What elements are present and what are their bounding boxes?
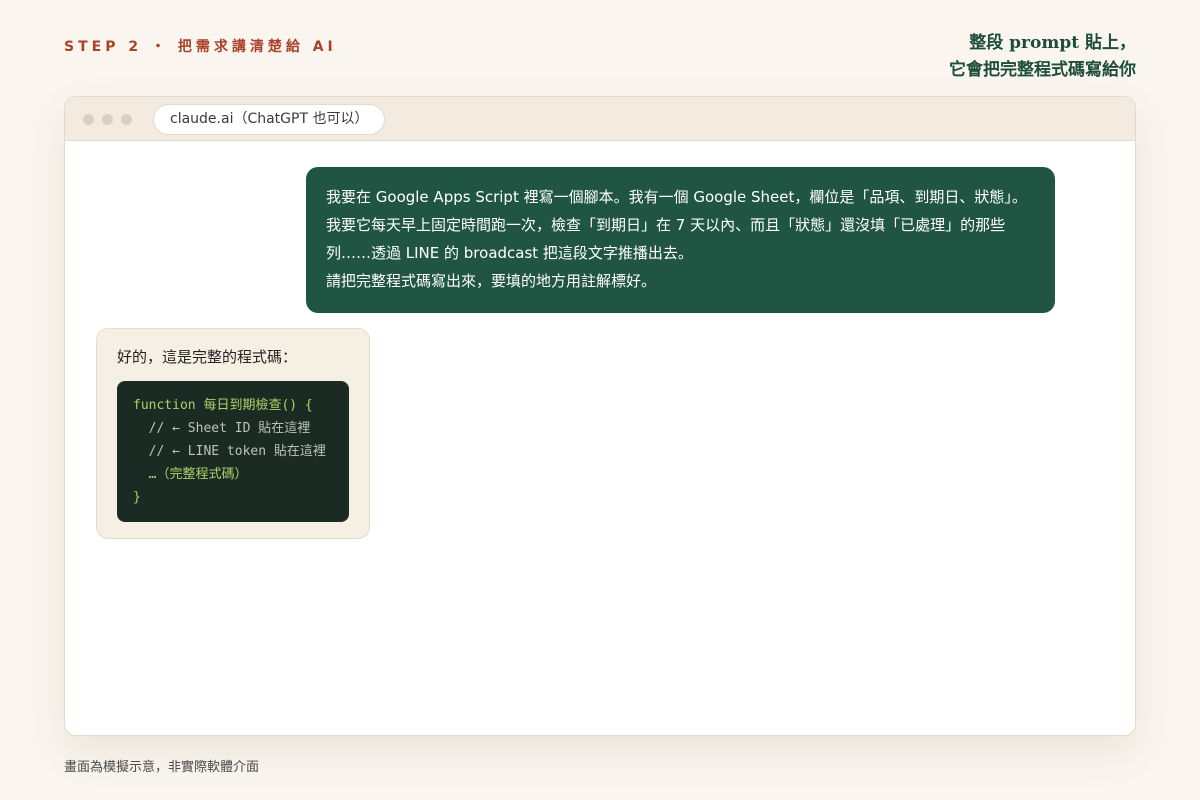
code-line: // ← Sheet ID 貼在這裡 [133,421,311,436]
browser-window: claude.ai（ChatGPT 也可以） 我要在 Google Apps S… [64,96,1136,736]
code-line: …（完整程式碼） [133,467,248,482]
step-label: STEP 2 ・ 把需求講清楚給 AI [64,39,337,55]
address-bar[interactable]: claude.ai（ChatGPT 也可以） [153,104,386,135]
user-message-bubble: 我要在 Google Apps Script 裡寫一個腳本。我有一個 Googl… [306,167,1055,313]
headline-line-1: 整段 prompt 貼上， [969,33,1136,53]
code-block[interactable]: function 每日到期檢查() { // ← Sheet ID 貼在這裡 /… [117,381,349,522]
browser-titlebar: claude.ai（ChatGPT 也可以） [65,97,1135,141]
disclaimer-note: 畫面為模擬示意，非實際軟體介面 [64,760,260,775]
window-dot-icon [121,114,132,125]
user-message-line: 請把完整程式碼寫出來，要填的地方用註解標好。 [326,272,657,290]
headline: 整段 prompt 貼上， 它會把完整程式碼寫給你 [949,30,1136,84]
ai-message-bubble: 好的，這是完整的程式碼： function 每日到期檢查() { // ← Sh… [96,328,370,539]
code-line: // ← LINE token 貼在這裡 [133,444,326,459]
user-message-line: 我要在 Google Apps Script 裡寫一個腳本。我有一個 Googl… [326,188,1027,206]
code-line: function 每日到期檢查() { [133,398,313,413]
headline-line-2: 它會把完整程式碼寫給你 [949,60,1136,80]
window-dot-icon [83,114,94,125]
code-line: } [133,490,141,505]
window-dot-icon [102,114,113,125]
user-message-line: 列……透過 LINE 的 broadcast 把這段文字推播出去。 [326,244,693,262]
ai-reply-text: 好的，這是完整的程式碼： [117,348,298,366]
user-message-line: 我要它每天早上固定時間跑一次，檢查「到期日」在 7 天以內、而且「狀態」還沒填「… [326,216,1006,234]
